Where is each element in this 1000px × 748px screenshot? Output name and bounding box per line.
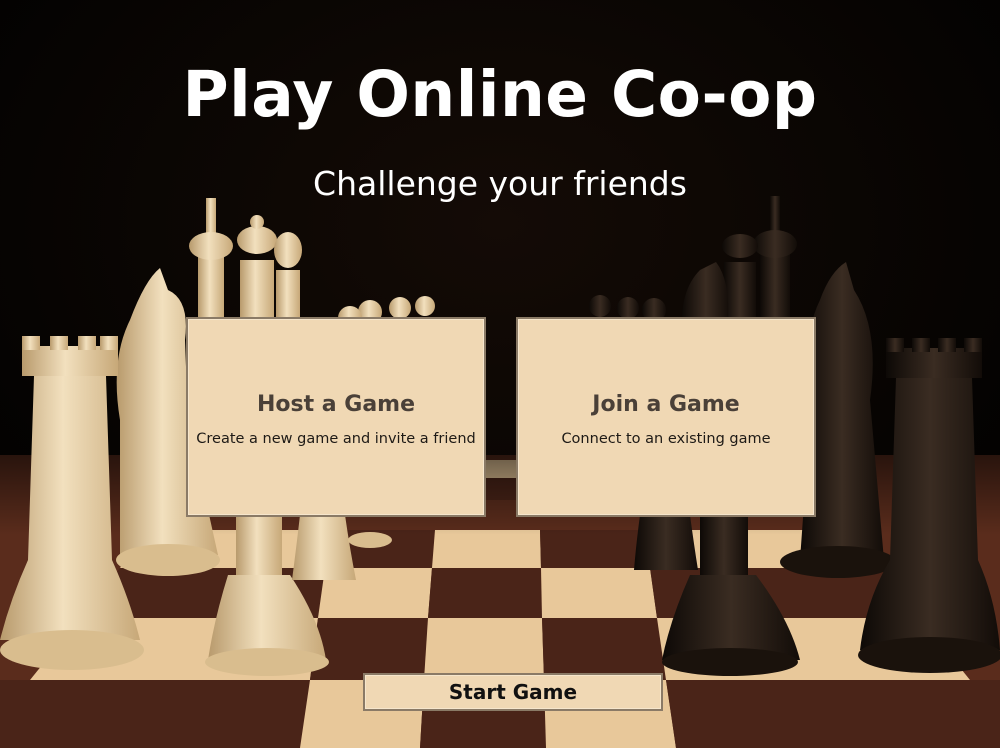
- host-game-title: Host a Game: [256, 391, 416, 417]
- start-game-button[interactable]: Start Game: [363, 673, 663, 711]
- game-screen: Play Online Co-op Challenge your friends…: [0, 0, 1000, 748]
- host-game-card[interactable]: Host a Game Create a new game and invite…: [186, 317, 486, 517]
- join-game-description: Connect to an existing game: [561, 430, 771, 447]
- page-subtitle: Challenge your friends: [313, 164, 687, 203]
- join-game-title: Join a Game: [592, 391, 740, 417]
- page-title: Play Online Co-op: [182, 58, 818, 131]
- join-game-card[interactable]: Join a Game Connect to an existing game: [516, 317, 816, 517]
- host-game-description: Create a new game and invite a friend: [196, 430, 476, 447]
